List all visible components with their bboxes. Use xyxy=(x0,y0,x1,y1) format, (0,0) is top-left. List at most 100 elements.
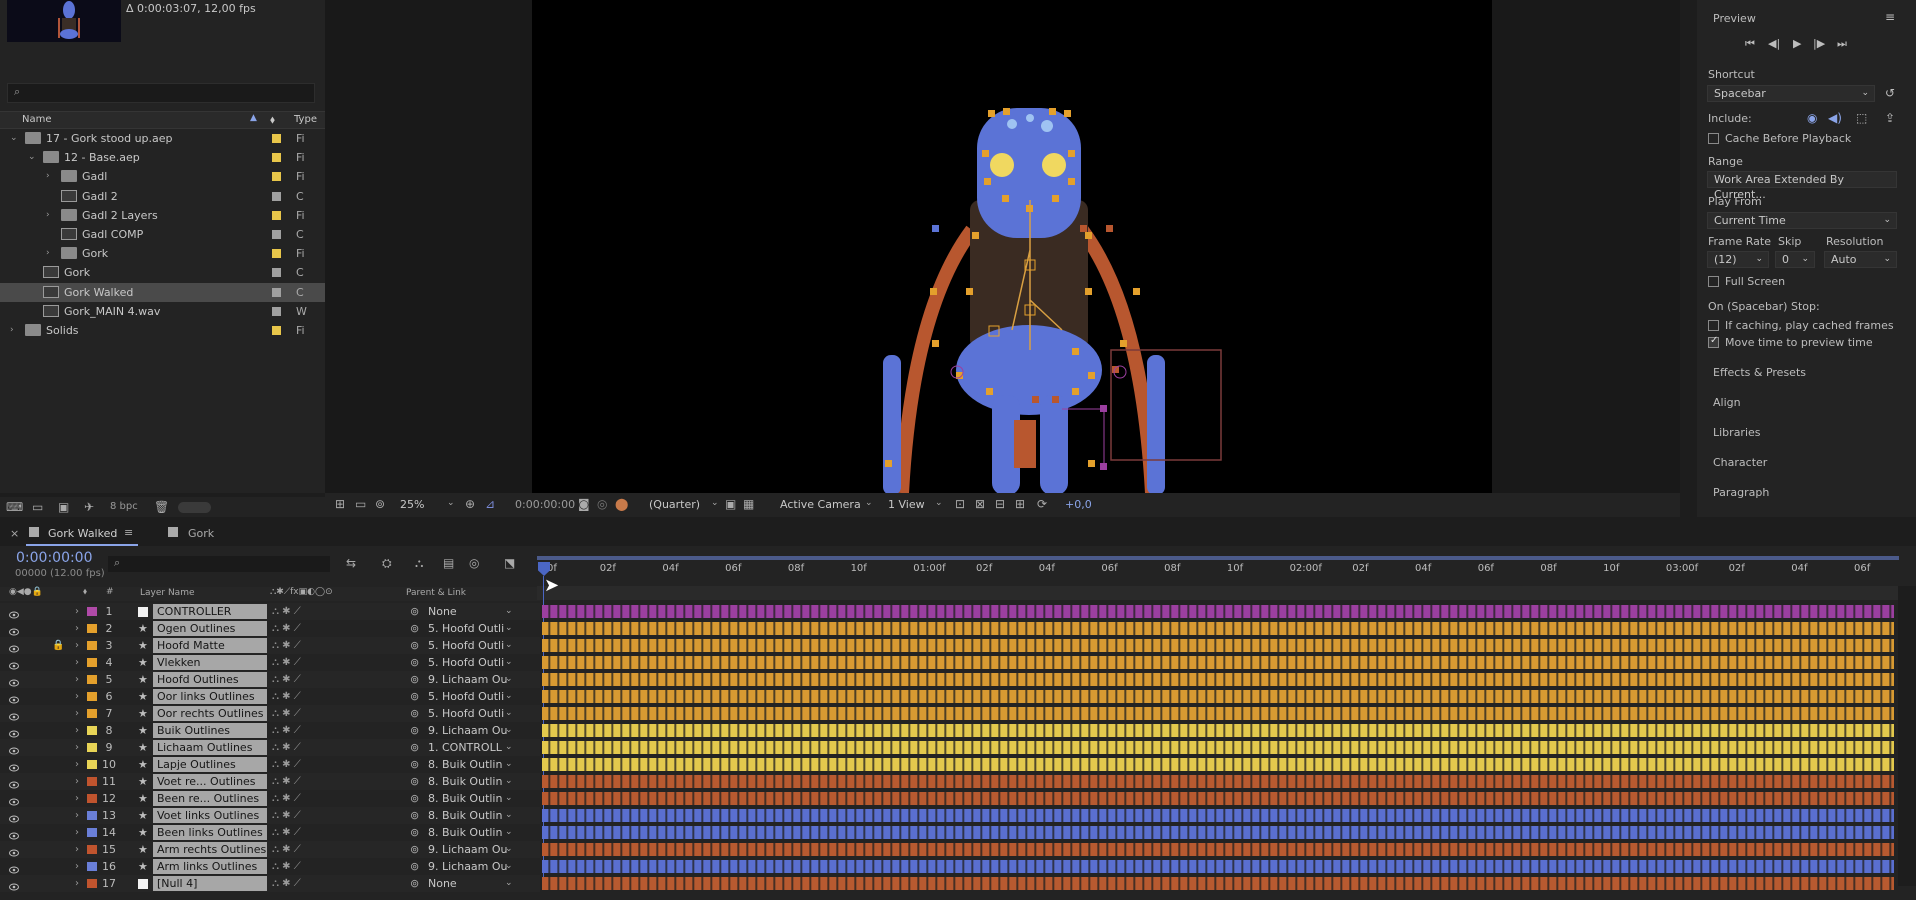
visibility-eye-icon[interactable] xyxy=(9,828,19,840)
tab-gork-walked[interactable]: Gork Walked ≡ xyxy=(26,522,138,546)
trash-icon[interactable]: 🗑 xyxy=(154,500,169,514)
layer-switches[interactable]: ⛬ ✱ ⟋ xyxy=(272,807,301,824)
project-item[interactable]: ⌄ 17 - Gork stood up.aep Fi xyxy=(0,129,325,148)
panel-menu-icon[interactable]: ≡ xyxy=(1885,10,1895,24)
parent-dropdown[interactable]: 8. Buik Outlin xyxy=(428,791,510,806)
parent-dropdown[interactable]: 8. Buik Outlin xyxy=(428,774,510,789)
label-color[interactable] xyxy=(272,306,281,316)
work-area-bar[interactable] xyxy=(537,556,1899,560)
layer-row[interactable]: › 12 ★ Been re... Outlines ⛬ ✱ ⟋ ⊚ 8. Buik Out… xyxy=(0,790,540,807)
toggle-pixel-aspect-icon[interactable]: ⊡ xyxy=(955,497,965,511)
layer-row[interactable]: › 11 ★ Voet re... Outlines ⛬ ✱ ⟋ ⊚ 8. Buik Out… xyxy=(0,773,540,790)
parent-dropdown[interactable]: 5. Hoofd Outli xyxy=(428,638,510,653)
next-frame-icon[interactable]: |▶ xyxy=(1813,37,1825,50)
layer-name[interactable]: Oor links Outlines xyxy=(153,689,267,704)
layer-row[interactable]: › 5 ★ Hoofd Outlines ⛬ ✱ ⟋ ⊚ 9. Lichaam Ou ⌄ xyxy=(0,671,540,688)
layer-row[interactable]: › 14 ★ Been links Outlines ⛬ ✱ ⟋ ⊚ 8. Buik Out… xyxy=(0,824,540,841)
layer-duration-bar[interactable] xyxy=(542,724,1894,737)
layer-duration-bar[interactable] xyxy=(542,758,1894,771)
layer-switches[interactable]: ⛬ ✱ ⟋ xyxy=(272,841,301,858)
bpc-indicator[interactable]: 8 bpc xyxy=(110,501,138,512)
close-tab-icon[interactable]: × xyxy=(10,527,19,540)
layer-switches[interactable]: ⛬ ✱ ⟋ xyxy=(272,705,301,722)
parent-dropdown[interactable]: 8. Buik Outlin xyxy=(428,825,510,840)
visibility-eye-icon[interactable] xyxy=(9,658,19,670)
pick-whip-icon[interactable]: ⊚ xyxy=(410,807,419,824)
layer-switches[interactable]: ⛬ ✱ ⟋ xyxy=(272,739,301,756)
layer-row[interactable]: 🔒 › 3 ★ Hoofd Matte ⛬ ✱ ⟋ ⊚ 5. Hoofd Outli ⌄ xyxy=(0,637,540,654)
chevron-right-icon[interactable]: › xyxy=(75,603,79,620)
layer-switches[interactable]: ⛬ ✱ ⟋ xyxy=(272,773,301,790)
transparency-grid-icon[interactable]: ▦ xyxy=(743,497,754,511)
include-overlays-icon[interactable]: ⬚ xyxy=(1856,111,1867,125)
layer-name[interactable]: Vlekken xyxy=(153,655,267,670)
chevron-right-icon[interactable]: › xyxy=(75,807,79,824)
visibility-eye-icon[interactable] xyxy=(9,607,19,619)
layer-name[interactable]: Arm rechts Outlines xyxy=(153,842,267,857)
project-item[interactable]: › Gadl 2 Layers Fi xyxy=(0,206,325,225)
parent-dropdown[interactable]: 9. Lichaam Ou xyxy=(428,672,510,687)
chevron-right-icon[interactable]: › xyxy=(75,858,79,875)
view-layout-dropdown[interactable]: 1 View xyxy=(888,498,925,511)
full-screen-checkbox[interactable] xyxy=(1708,276,1719,287)
layer-name[interactable]: Hoofd Matte xyxy=(153,638,267,653)
visibility-eye-icon[interactable] xyxy=(9,624,19,636)
visibility-eye-icon[interactable] xyxy=(9,709,19,721)
parent-dropdown[interactable]: 8. Buik Outlin xyxy=(428,757,510,772)
new-comp-icon[interactable]: ▣ xyxy=(58,500,69,514)
layer-row[interactable]: › 15 ★ Arm rechts Outlines ⛬ ✱ ⟋ ⊚ 9. Lichaam … xyxy=(0,841,540,858)
visibility-eye-icon[interactable] xyxy=(9,692,19,704)
exposure-value[interactable]: +0,0 xyxy=(1065,498,1092,511)
pick-whip-icon[interactable]: ⊚ xyxy=(410,654,419,671)
parent-dropdown[interactable]: 1. CONTROLL xyxy=(428,740,510,755)
layer-duration-bar[interactable] xyxy=(542,809,1894,822)
pick-whip-icon[interactable]: ⊚ xyxy=(410,620,419,637)
time-navigator[interactable] xyxy=(537,586,1899,600)
chevron-right-icon[interactable]: › xyxy=(46,244,50,263)
chevron-right-icon[interactable]: › xyxy=(75,637,79,654)
chevron-right-icon[interactable]: › xyxy=(75,722,79,739)
tab-gork[interactable]: Gork xyxy=(166,522,236,546)
external-preview-icon[interactable]: ⇪ xyxy=(1885,111,1895,125)
chevron-right-icon[interactable]: › xyxy=(46,167,50,186)
layer-label-color[interactable] xyxy=(87,828,97,837)
magnification-dropdown[interactable]: 25% xyxy=(400,498,424,511)
layer-row[interactable]: › 8 ★ Buik Outlines ⛬ ✱ ⟋ ⊚ 9. Lichaam Ou ⌄ xyxy=(0,722,540,739)
comp-mini-flowchart-icon[interactable]: ⇆ xyxy=(346,556,356,570)
layer-duration-bar[interactable] xyxy=(542,605,1894,618)
layer-label-color[interactable] xyxy=(87,658,97,667)
pick-whip-icon[interactable]: ⊚ xyxy=(410,875,419,892)
label-color[interactable] xyxy=(272,230,281,239)
panel-effects-presets[interactable]: Effects & Presets xyxy=(1713,366,1806,379)
chevron-right-icon[interactable]: › xyxy=(75,739,79,756)
layer-duration-bar[interactable] xyxy=(542,656,1894,669)
project-item[interactable]: Gork Walked C xyxy=(0,282,325,302)
play-icon[interactable]: ▶ xyxy=(1793,37,1801,50)
chevron-down-icon[interactable]: ⌄ xyxy=(28,148,36,167)
layer-name[interactable]: Lichaam Outlines xyxy=(153,740,267,755)
layer-row[interactable]: › 16 ★ Arm links Outlines ⛬ ✱ ⟋ ⊚ 9. Lichaam O… xyxy=(0,858,540,875)
panel-align[interactable]: Align xyxy=(1713,396,1741,409)
snapshot-camera-icon[interactable]: ◙ xyxy=(578,497,590,511)
camera-dropdown[interactable]: Active Camera xyxy=(780,498,861,511)
layer-label-color[interactable] xyxy=(87,692,97,701)
pick-whip-icon[interactable]: ⊚ xyxy=(410,790,419,807)
label-color[interactable] xyxy=(272,134,281,143)
parent-dropdown[interactable]: 8. Buik Outlin xyxy=(428,808,510,823)
project-item[interactable]: ⌄ 12 - Base.aep Fi xyxy=(0,148,325,167)
layer-row[interactable]: › 1 CONTROLLER ⛬ ✱ ⟋ ⊚ None ⌄ xyxy=(0,603,540,620)
chevron-right-icon[interactable]: › xyxy=(46,206,50,225)
layer-row[interactable]: › 4 ★ Vlekken ⛬ ✱ ⟋ ⊚ 5. Hoofd Outli ⌄ xyxy=(0,654,540,671)
cache-before-playback-checkbox[interactable] xyxy=(1708,133,1719,144)
current-time-display[interactable]: 0:00:00:00 xyxy=(515,498,575,511)
parent-dropdown[interactable]: 5. Hoofd Outli xyxy=(428,689,510,704)
visibility-eye-icon[interactable] xyxy=(9,811,19,823)
play-from-dropdown[interactable]: Current Time ⌄ xyxy=(1707,212,1897,229)
pick-whip-icon[interactable]: ⊚ xyxy=(410,722,419,739)
pick-whip-icon[interactable]: ⊚ xyxy=(410,739,419,756)
visibility-eye-icon[interactable] xyxy=(9,675,19,687)
chevron-right-icon[interactable]: › xyxy=(75,756,79,773)
panel-character[interactable]: Character xyxy=(1713,456,1767,469)
chevron-right-icon[interactable]: › xyxy=(75,620,79,637)
layer-switches[interactable]: ⛬ ✱ ⟋ xyxy=(272,722,301,739)
